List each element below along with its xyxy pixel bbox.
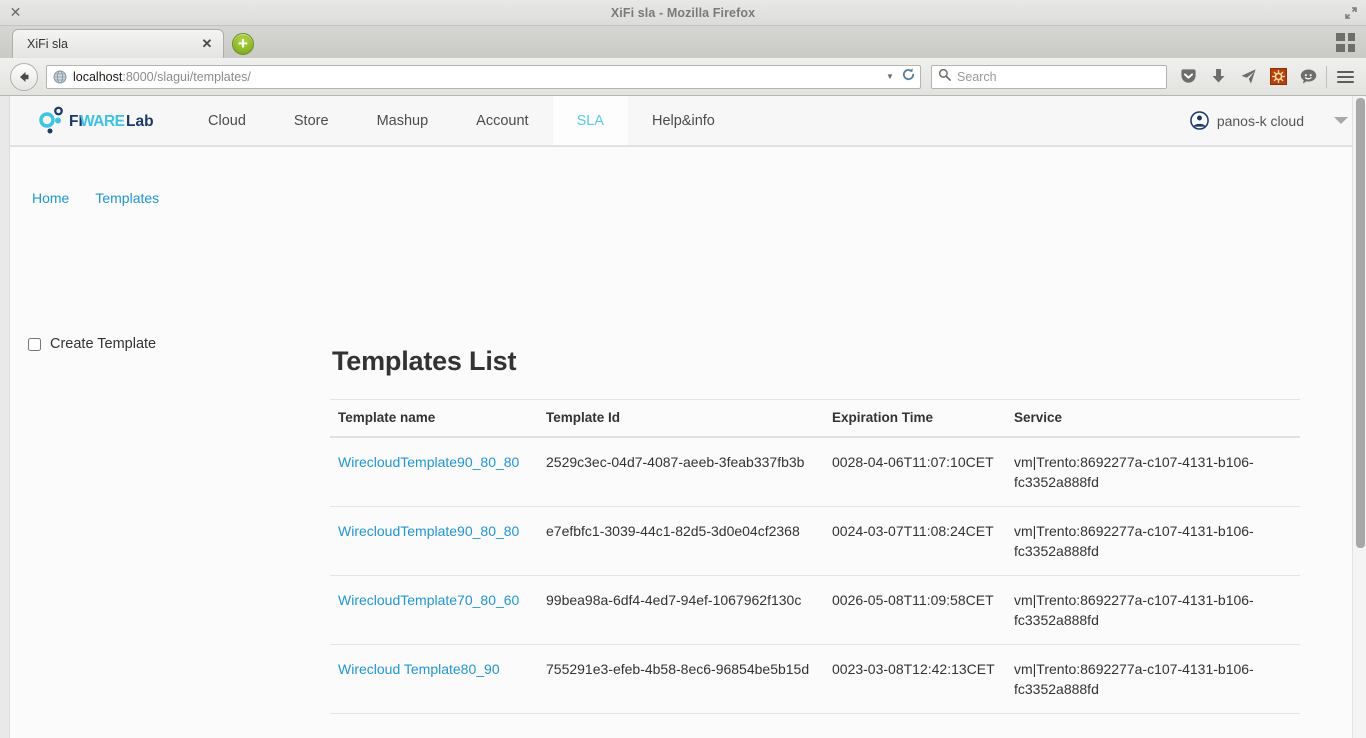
- cell-template-id: e7efbfc1-3039-44c1-82d5-3d0e04cf2368: [538, 506, 824, 576]
- chat-icon[interactable]: [1293, 63, 1323, 91]
- sidebar-create-template: Create Template: [28, 336, 156, 352]
- cell-template-name: WirecloudTemplate70_80_60: [330, 575, 538, 645]
- window-titlebar: ✕ XiFi sla - Mozilla Firefox: [0, 0, 1366, 26]
- user-name-label: panos-k cloud: [1216, 112, 1304, 129]
- nav-item-sla[interactable]: SLA: [552, 96, 628, 145]
- page-viewport: FI WARE Lab Cloud Store Mashup Account S…: [0, 96, 1366, 738]
- back-arrow-icon: [20, 71, 29, 82]
- chevron-down-icon[interactable]: [1334, 117, 1348, 124]
- address-host: localhost: [73, 69, 123, 84]
- cell-expiration-time: 0024-03-07T11:08:24CET: [824, 506, 1006, 576]
- nav-item-account[interactable]: Account: [452, 96, 552, 145]
- address-path: :8000/slagui/templates/: [122, 69, 251, 84]
- search-input-placeholder: Search: [957, 69, 997, 84]
- page-scrollbar-thumb[interactable]: [1356, 98, 1365, 548]
- table-row: WirecloudTemplate90_80_80 e7efbfc1-3039-…: [330, 506, 1300, 576]
- table-row: Wirecloud Template80_90 755291e3-efeb-4b…: [330, 644, 1300, 714]
- column-header-template-name[interactable]: Template name: [330, 399, 538, 438]
- fiware-lab-logo-icon: FI WARE Lab: [39, 106, 154, 133]
- create-template-label[interactable]: Create Template: [50, 336, 156, 352]
- template-link[interactable]: Wirecloud Template80_90: [338, 661, 500, 677]
- browser-tab[interactable]: XiFi sla ✕: [12, 29, 224, 58]
- hamburger-menu-icon[interactable]: [1330, 63, 1360, 91]
- cell-template-id: 99bea98a-6df4-4ed7-94ef-1067962f130c: [538, 575, 824, 645]
- cell-template-id: 755291e3-efeb-4b58-8ec6-96854be5b15d: [538, 644, 824, 714]
- cell-expiration-time: 0023-03-08T12:42:13CET: [824, 644, 1006, 714]
- addon-icon[interactable]: [1263, 63, 1293, 91]
- cell-expiration-time: 0026-05-08T11:09:58CET: [824, 575, 1006, 645]
- templates-main: Templates List Template name Template Id…: [330, 346, 1300, 714]
- breadcrumb: Home Templates: [32, 190, 1366, 206]
- window-restore-icon[interactable]: [1344, 6, 1358, 20]
- table-row: WirecloudTemplate70_80_60 99bea98a-6df4-…: [330, 575, 1300, 645]
- reload-icon[interactable]: [898, 67, 918, 87]
- template-link[interactable]: WirecloudTemplate70_80_60: [338, 592, 519, 608]
- browser-tabstrip: XiFi sla ✕ +: [0, 26, 1366, 58]
- site-header: FI WARE Lab Cloud Store Mashup Account S…: [10, 96, 1366, 146]
- browser-toolbar-icons: [1173, 63, 1360, 91]
- cell-service: vm|Trento:8692277a-c107-4131-b106-fc3352…: [1006, 644, 1300, 714]
- grid-view-icon[interactable]: [1336, 33, 1356, 53]
- user-account-menu[interactable]: panos-k cloud: [1190, 96, 1348, 145]
- address-bar-text: localhost:8000/slagui/templates/: [73, 70, 882, 84]
- template-link[interactable]: WirecloudTemplate90_80_80: [338, 454, 519, 470]
- browser-tab-label: XiFi sla: [27, 37, 68, 51]
- address-bar[interactable]: localhost:8000/slagui/templates/ ▼: [46, 64, 921, 89]
- cell-service: vm|Trento:8692277a-c107-4131-b106-fc3352…: [1006, 506, 1300, 576]
- table-header-row: Template name Template Id Expiration Tim…: [330, 399, 1300, 438]
- breadcrumb-item-home[interactable]: Home: [32, 190, 69, 206]
- create-template-checkbox[interactable]: [28, 337, 41, 351]
- pocket-icon[interactable]: [1173, 63, 1203, 91]
- fiware-lab-logo[interactable]: FI WARE Lab: [10, 96, 184, 145]
- column-header-expiration-time[interactable]: Expiration Time: [824, 399, 1006, 438]
- svg-text:WARE: WARE: [80, 113, 125, 130]
- send-icon[interactable]: [1233, 63, 1263, 91]
- left-rail: [0, 96, 10, 738]
- cell-service: vm|Trento:8692277a-c107-4131-b106-fc3352…: [1006, 575, 1300, 645]
- globe-icon: [53, 70, 67, 84]
- page-scrollbar[interactable]: [1352, 96, 1366, 738]
- cell-template-name: Wirecloud Template80_90: [330, 644, 538, 714]
- breadcrumb-item-templates[interactable]: Templates: [95, 190, 159, 206]
- templates-table-head: Template name Template Id Expiration Tim…: [330, 399, 1300, 438]
- site-main-nav: Cloud Store Mashup Account SLA Help&info: [184, 96, 739, 145]
- new-tab-button[interactable]: +: [232, 33, 254, 55]
- toolbar-divider: [1326, 65, 1327, 88]
- column-header-template-id[interactable]: Template Id: [538, 399, 824, 438]
- header-divider: [10, 146, 1366, 147]
- chevron-down-icon[interactable]: ▼: [882, 72, 898, 81]
- cell-template-id: 2529c3ec-04d7-4087-aeeb-3feab337fb3b: [538, 437, 824, 507]
- cell-template-name: WirecloudTemplate90_80_80: [330, 437, 538, 507]
- user-avatar-icon: [1190, 111, 1209, 130]
- search-icon: [938, 68, 951, 86]
- download-icon[interactable]: [1203, 63, 1233, 91]
- table-row: WirecloudTemplate90_80_80 2529c3ec-04d7-…: [330, 437, 1300, 507]
- back-button[interactable]: [10, 62, 38, 91]
- search-bar[interactable]: Search: [931, 64, 1167, 89]
- template-link[interactable]: WirecloudTemplate90_80_80: [338, 523, 519, 539]
- column-header-service[interactable]: Service: [1006, 399, 1300, 438]
- window-title: XiFi sla - Mozilla Firefox: [610, 5, 756, 20]
- templates-table-body: WirecloudTemplate90_80_80 2529c3ec-04d7-…: [330, 437, 1300, 714]
- nav-item-cloud[interactable]: Cloud: [184, 96, 270, 145]
- nav-item-help-info[interactable]: Help&info: [628, 96, 739, 145]
- cell-service: vm|Trento:8692277a-c107-4131-b106-fc3352…: [1006, 437, 1300, 507]
- svg-text:Lab: Lab: [126, 113, 154, 130]
- browser-navigation-toolbar: localhost:8000/slagui/templates/ ▼ Searc…: [0, 58, 1366, 96]
- cell-template-name: WirecloudTemplate90_80_80: [330, 506, 538, 576]
- page-title: Templates List: [332, 346, 517, 376]
- templates-table: Template name Template Id Expiration Tim…: [330, 399, 1300, 714]
- nav-item-store[interactable]: Store: [270, 96, 353, 145]
- nav-item-mashup[interactable]: Mashup: [353, 96, 453, 145]
- cell-expiration-time: 0028-04-06T11:07:10CET: [824, 437, 1006, 507]
- tab-close-icon[interactable]: ✕: [199, 36, 215, 52]
